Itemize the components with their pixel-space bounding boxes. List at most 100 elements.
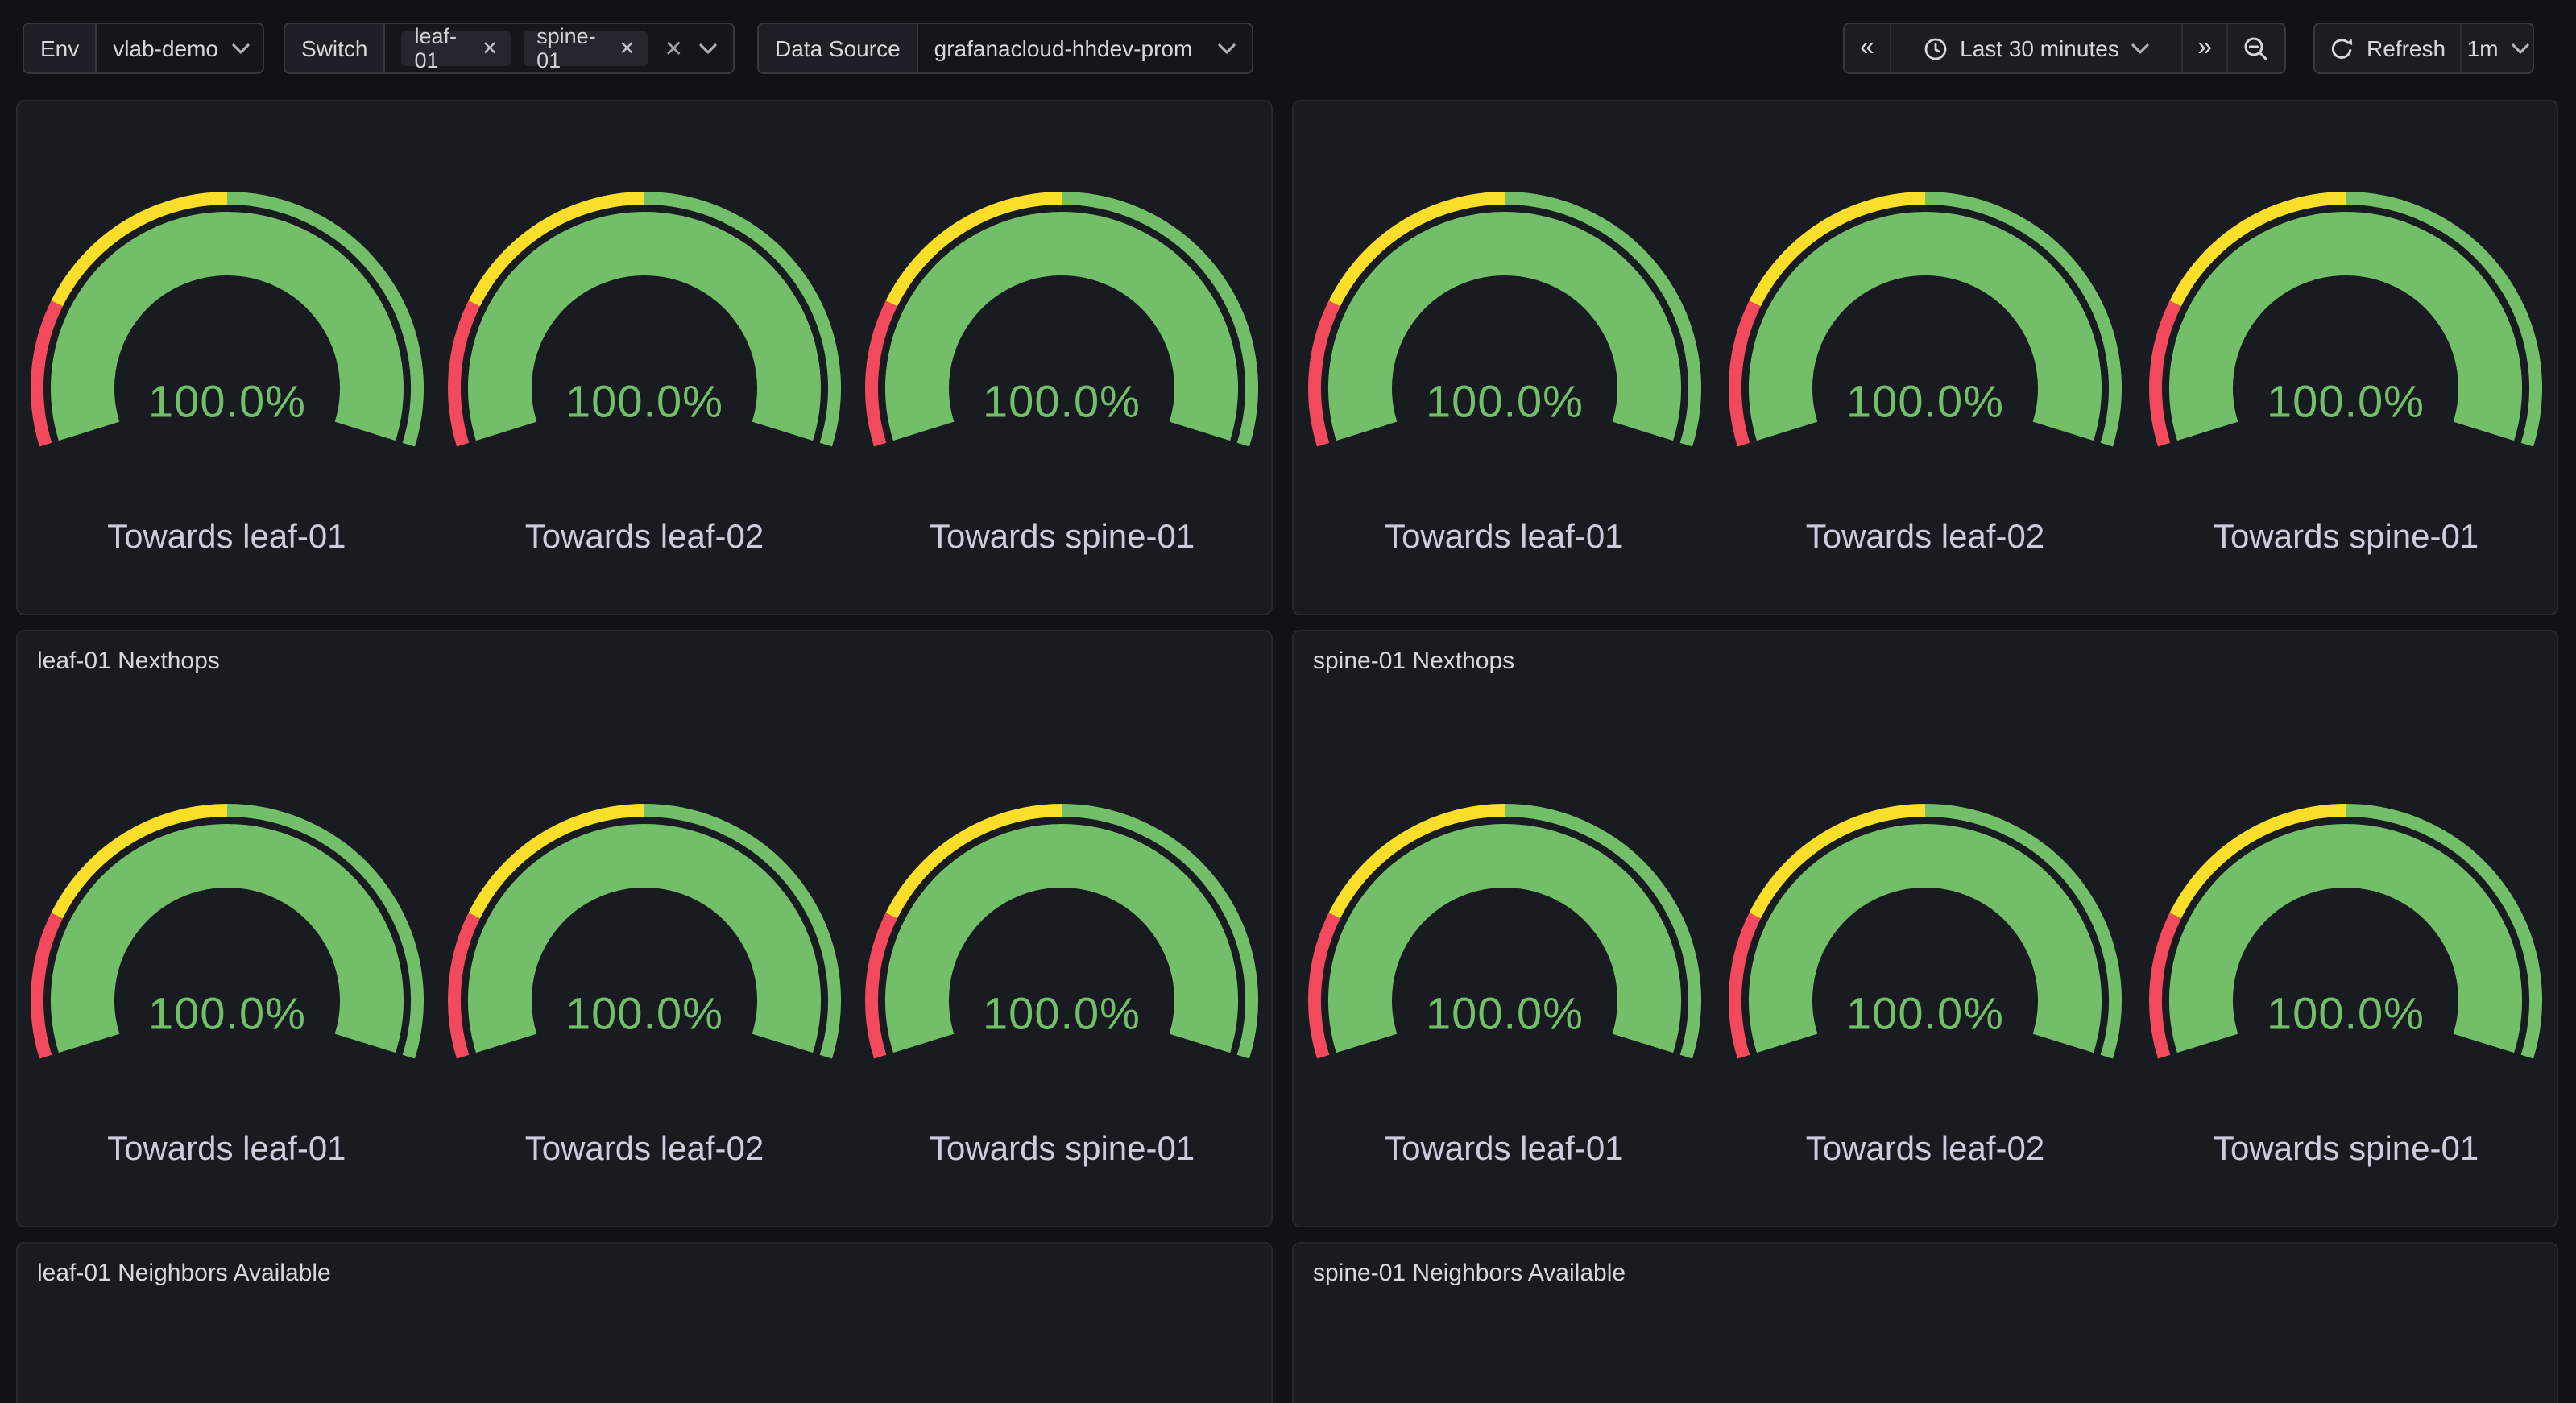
chevron-down-icon[interactable] xyxy=(699,43,717,54)
gauge-label: Towards leaf-01 xyxy=(1385,517,1624,559)
gauge-label: Towards leaf-02 xyxy=(1806,1129,2045,1171)
gauge-value: 100.0% xyxy=(565,988,723,1039)
gauge: 100.0% Towards leaf-01 xyxy=(1294,802,1715,1171)
gauge-row: 100.0% Towards leaf-01 100.0% Towards le… xyxy=(18,190,1271,559)
zoom-out-time-button[interactable] xyxy=(2226,24,2284,72)
switch-tag-leaf-01[interactable]: leaf-01 ✕ xyxy=(401,31,511,66)
variable-switch-label: Switch xyxy=(285,24,385,72)
gauge-row: 100.0% Towards leaf-01 100.0% Towards le… xyxy=(18,802,1271,1171)
gauge-value: 100.0% xyxy=(2267,988,2425,1039)
variable-env-selected: vlab-demo xyxy=(113,35,218,61)
variable-env-label: Env xyxy=(24,24,97,72)
double-chevron-left-icon: « xyxy=(1860,35,1874,61)
gauge: 100.0% Towards spine-01 xyxy=(853,802,1271,1171)
switch-tag-text: spine-01 xyxy=(536,24,607,72)
refresh-interval-value: 1m xyxy=(2467,35,2499,61)
panel-leaf-01-nexthops: leaf-01 Nexthops 100.0% Towards leaf-01 … xyxy=(16,630,1273,1227)
remove-tag-icon[interactable]: ✕ xyxy=(482,37,498,60)
gauge-label: Towards leaf-01 xyxy=(1385,1129,1624,1171)
variable-switch-value[interactable]: leaf-01 ✕ spine-01 ✕ ✕ xyxy=(385,24,733,72)
gauge-value: 100.0% xyxy=(1425,988,1583,1039)
variable-env: Env vlab-demo xyxy=(23,23,264,74)
gauge-label: Towards leaf-01 xyxy=(107,1129,346,1171)
panel-spine-01-nexthops: spine-01 Nexthops 100.0% Towards leaf-01… xyxy=(1292,630,2558,1227)
time-shift-forward-button[interactable]: » xyxy=(2181,24,2226,72)
gauge: 100.0% Towards spine-01 xyxy=(2135,190,2557,559)
variable-datasource-value[interactable]: grafanacloud-hhdev-prom xyxy=(918,24,1252,72)
variable-env-value[interactable]: vlab-demo xyxy=(97,24,264,72)
gauge-arc: 100.0% xyxy=(443,802,846,1073)
refresh-label: Refresh xyxy=(2367,35,2446,61)
chevron-down-icon xyxy=(2132,43,2150,54)
panel-title[interactable]: spine-01 Neighbors Available xyxy=(1313,1258,2537,1289)
time-range-label: Last 30 minutes xyxy=(1960,35,2119,61)
time-shift-back-button[interactable]: « xyxy=(1845,24,1890,72)
gauge-label: Towards spine-01 xyxy=(930,1129,1195,1171)
dashboard-toolbar: Env vlab-demo Switch leaf-01 ✕ spine-01 … xyxy=(0,0,2576,100)
gauge-arc: 100.0% xyxy=(443,190,846,461)
gauge-label: Towards leaf-02 xyxy=(525,1129,764,1171)
panel-header: spine-01 Nexthops xyxy=(1294,631,2557,677)
panel-title[interactable]: leaf-01 Neighbors Available xyxy=(37,1258,1252,1289)
gauge-value: 100.0% xyxy=(1846,988,2004,1039)
variable-datasource: Data Source grafanacloud-hhdev-prom xyxy=(757,23,1253,74)
switch-tag-spine-01[interactable]: spine-01 ✕ xyxy=(524,31,648,66)
gauge: 100.0% Towards leaf-02 xyxy=(436,190,854,559)
grafana-dashboard: Env vlab-demo Switch leaf-01 ✕ spine-01 … xyxy=(0,0,2576,1403)
clear-all-icon[interactable]: ✕ xyxy=(661,35,686,62)
gauge-arc: 100.0% xyxy=(2145,190,2548,461)
gauge: 100.0% Towards leaf-01 xyxy=(18,190,436,559)
gauge-value: 100.0% xyxy=(2267,376,2425,427)
time-range-picker[interactable]: Last 30 minutes xyxy=(1890,24,2181,72)
gauge: 100.0% Towards leaf-02 xyxy=(1715,802,2136,1171)
chevron-down-icon xyxy=(1218,43,1236,54)
gauge: 100.0% Towards spine-01 xyxy=(2135,802,2557,1171)
panel-top-right: 100.0% Towards leaf-01 100.0% Towards le… xyxy=(1292,100,2558,615)
panel-leaf-01-neighbors-available: leaf-01 Neighbors Available xyxy=(16,1242,1273,1403)
gauge-label: Towards spine-01 xyxy=(930,517,1195,559)
gauge-value: 100.0% xyxy=(147,376,305,427)
gauge-value: 100.0% xyxy=(984,988,1141,1039)
switch-tag-text: leaf-01 xyxy=(414,24,470,72)
gauge-arc: 100.0% xyxy=(25,802,428,1073)
clock-icon xyxy=(1923,36,1947,60)
panel-title[interactable]: spine-01 Nexthops xyxy=(1313,646,2537,677)
gauge-value: 100.0% xyxy=(565,376,723,427)
gauge-label: Towards leaf-02 xyxy=(525,517,764,559)
panel-header: leaf-01 Nexthops xyxy=(18,631,1271,677)
gauge: 100.0% Towards leaf-02 xyxy=(1715,190,2136,559)
panel-spine-01-neighbors-available: spine-01 Neighbors Available xyxy=(1292,1242,2558,1403)
gauge-arc: 100.0% xyxy=(861,190,1264,461)
magnifier-minus-icon xyxy=(2243,35,2270,62)
panel-title[interactable]: leaf-01 Nexthops xyxy=(37,646,1252,677)
gauge-arc: 100.0% xyxy=(25,190,428,461)
gauge-label: Towards spine-01 xyxy=(2214,517,2479,559)
panel-top-left: 100.0% Towards leaf-01 100.0% Towards le… xyxy=(16,100,1273,615)
time-controls: « Last 30 minutes » xyxy=(1843,23,2286,74)
refresh-interval-dropdown[interactable]: 1m xyxy=(2460,24,2534,72)
variable-datasource-label: Data Source xyxy=(759,24,918,72)
gauge-value: 100.0% xyxy=(147,988,305,1039)
gauge: 100.0% Towards leaf-01 xyxy=(1294,190,1715,559)
gauge-label: Towards leaf-02 xyxy=(1806,517,2045,559)
gauge-value: 100.0% xyxy=(1425,376,1583,427)
gauge-row: 100.0% Towards leaf-01 100.0% Towards le… xyxy=(1294,802,2557,1171)
chevron-down-icon xyxy=(231,43,249,54)
gauge: 100.0% Towards spine-01 xyxy=(853,190,1271,559)
panel-header: leaf-01 Neighbors Available xyxy=(18,1244,1271,1289)
gauge-arc: 100.0% xyxy=(1724,190,2127,461)
gauge: 100.0% Towards leaf-02 xyxy=(436,802,854,1171)
gauge-arc: 100.0% xyxy=(2145,802,2548,1073)
panel-header: spine-01 Neighbors Available xyxy=(1294,1244,2557,1289)
gauge-value: 100.0% xyxy=(984,376,1141,427)
gauge-value: 100.0% xyxy=(1846,376,2004,427)
refresh-controls: Refresh 1m xyxy=(2313,23,2534,74)
gauge-arc: 100.0% xyxy=(1302,802,1705,1073)
gauge: 100.0% Towards leaf-01 xyxy=(18,802,436,1171)
refresh-button[interactable]: Refresh xyxy=(2315,24,2460,72)
refresh-icon xyxy=(2330,36,2354,60)
gauge-label: Towards leaf-01 xyxy=(107,517,346,559)
gauge-arc: 100.0% xyxy=(1302,190,1705,461)
remove-tag-icon[interactable]: ✕ xyxy=(619,37,635,60)
double-chevron-right-icon: » xyxy=(2197,35,2212,61)
